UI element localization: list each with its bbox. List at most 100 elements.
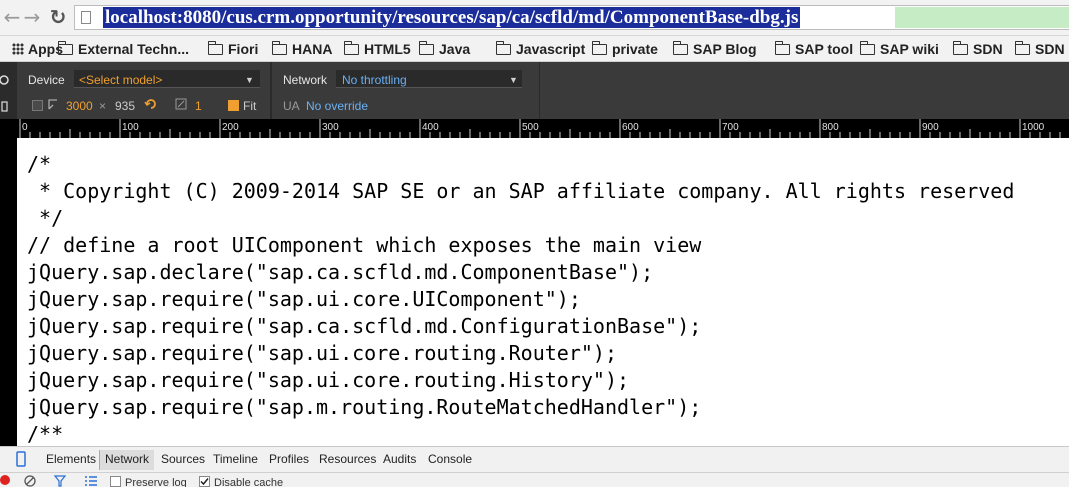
- filter-icon[interactable]: [54, 475, 66, 487]
- height-input[interactable]: 935: [115, 99, 135, 113]
- code-line: */: [27, 206, 64, 230]
- tab-timeline[interactable]: Timeline: [213, 452, 258, 466]
- mobile-device-icon[interactable]: [14, 451, 28, 467]
- scale-input[interactable]: 1: [195, 99, 202, 113]
- tab-resources[interactable]: Resources: [319, 452, 376, 466]
- bookmark-item[interactable]: SDN: [952, 39, 1003, 59]
- bookmarks-bar: Apps External Techn... Fiori HANA HTML5 Java J…: [0, 36, 1069, 62]
- fit-label: Fit: [243, 99, 257, 113]
- tab-audits[interactable]: Audits: [383, 452, 416, 466]
- code-line: jQuery.sap.declare("sap.ca.scfld.md.Comp…: [27, 260, 654, 284]
- device-pixel-ratio-icon: [175, 98, 187, 110]
- forward-button[interactable]: →: [22, 6, 42, 28]
- times-sign: ×: [99, 99, 107, 113]
- width-input[interactable]: 3000: [66, 99, 93, 113]
- disable-cache-option[interactable]: Disable cache: [199, 476, 283, 487]
- bookmark-label: External Techn...: [78, 41, 189, 57]
- user-agent-value[interactable]: No override: [306, 99, 368, 113]
- bookmark-item[interactable]: Java: [418, 39, 470, 59]
- bookmark-item[interactable]: HTML5: [343, 39, 411, 59]
- device-select-chevron-down-icon: ▼: [245, 75, 254, 85]
- page-icon: [81, 11, 91, 24]
- code-line: jQuery.sap.require("sap.m.routing.RouteM…: [27, 395, 702, 419]
- panel-divider: [539, 62, 540, 119]
- bookmark-item[interactable]: HANA: [271, 39, 333, 59]
- rotate-icon[interactable]: [144, 97, 158, 111]
- bookmark-item[interactable]: SAP wiki: [859, 39, 939, 59]
- tab-elements[interactable]: Elements: [46, 452, 96, 466]
- ruler-label: 1000: [1022, 122, 1045, 133]
- code-line: jQuery.sap.require("sap.ui.core.routing.…: [27, 341, 618, 365]
- resolution-checkbox[interactable]: [32, 100, 43, 111]
- network-toolbar: Preserve log Disable cache: [0, 472, 1069, 487]
- bookmark-item[interactable]: SDN: [1014, 39, 1065, 59]
- bookmark-item[interactable]: Fiori: [207, 39, 259, 59]
- bookmark-item[interactable]: SAP Blog: [672, 39, 757, 59]
- folder-icon: [495, 41, 511, 55]
- url-text[interactable]: localhost:8080/cus.crm.opportunity/resou…: [103, 7, 801, 28]
- bookmark-label: Fiori: [228, 41, 259, 57]
- bookmark-item[interactable]: private: [591, 39, 658, 59]
- list-view-icon[interactable]: [84, 475, 98, 487]
- source-code: /* * Copyright (C) 2009-2014 SAP SE or a…: [27, 151, 1014, 446]
- tab-network[interactable]: Network: [105, 452, 149, 466]
- back-button[interactable]: ←: [2, 6, 22, 28]
- disable-cache-checkbox[interactable]: [199, 476, 210, 487]
- code-line: // define a root UIComponent which expos…: [27, 233, 702, 257]
- tab-sources[interactable]: Sources: [161, 452, 205, 466]
- vertical-ruler: [0, 138, 17, 446]
- fit-checkbox[interactable]: [228, 100, 239, 111]
- code-line: /**: [27, 422, 64, 446]
- folder-icon: [207, 41, 223, 55]
- browser-toolbar: ← → ↻ localhost:8080/cus.crm.opportunity…: [0, 0, 1069, 36]
- network-select-chevron-down-icon: ▼: [509, 75, 518, 85]
- ruler-label: 100: [122, 122, 139, 133]
- clear-icon[interactable]: [24, 475, 36, 487]
- checkmark-icon: [200, 478, 209, 486]
- ruler-label: 200: [222, 122, 239, 133]
- ruler-label: 400: [422, 122, 439, 133]
- devtools-tab-bar: Elements Network Sources Timeline Profiles Re…: [0, 446, 1069, 472]
- bookmark-item[interactable]: Javascript: [495, 39, 586, 59]
- ruler-label: 0: [22, 122, 28, 133]
- code-line: /*: [27, 152, 52, 176]
- device-label: Device: [28, 73, 65, 87]
- ruler-label: 500: [522, 122, 539, 133]
- bookmark-label: Javascript: [516, 41, 586, 57]
- bookmark-label: HANA: [292, 41, 333, 57]
- url-bar-highlight: [895, 7, 1069, 28]
- emulation-gear-icon[interactable]: [0, 62, 17, 119]
- swap-dimensions-icon[interactable]: [47, 98, 59, 111]
- tab-profiles[interactable]: Profiles: [269, 452, 309, 466]
- network-label: Network: [283, 73, 328, 87]
- folder-icon: [1014, 41, 1030, 55]
- bookmark-label: SAP Blog: [693, 41, 757, 57]
- bookmark-label: HTML5: [364, 41, 411, 57]
- preserve-log-checkbox[interactable]: [110, 476, 121, 487]
- folder-icon: [672, 41, 688, 55]
- bookmark-item[interactable]: SAP tool: [774, 39, 854, 59]
- folder-icon: [57, 41, 73, 55]
- address-bar[interactable]: localhost:8080/cus.crm.opportunity/resou…: [74, 5, 1069, 30]
- bookmark-label: SDN: [1035, 41, 1065, 57]
- code-line: * Copyright (C) 2009-2014 SAP SE or an S…: [27, 179, 1015, 203]
- bookmark-label: SAP tool: [795, 41, 854, 57]
- tab-console[interactable]: Console: [428, 452, 472, 466]
- bookmark-item[interactable]: External Techn...: [57, 39, 189, 59]
- emulation-side-strip: [0, 62, 17, 119]
- code-line: jQuery.sap.require("sap.ui.core.UICompon…: [27, 287, 581, 311]
- record-icon[interactable]: [0, 475, 10, 485]
- apps-grid-icon: [12, 43, 24, 55]
- preserve-log-option[interactable]: Preserve log: [110, 476, 187, 487]
- bookmark-item[interactable]: Apps: [12, 39, 63, 59]
- bookmark-label: SDN: [973, 41, 1003, 57]
- network-throttling-value: No throttling: [342, 73, 407, 87]
- device-select-value: <Select model>: [79, 73, 163, 87]
- folder-icon: [343, 41, 359, 55]
- ruler-label: 600: [622, 122, 639, 133]
- reload-button[interactable]: ↻: [48, 6, 68, 28]
- folder-icon: [591, 41, 607, 55]
- ruler-ticks: 0 100 200 300 400 500 600 700 800 900 1000: [19, 119, 1061, 138]
- ruler-label: 900: [922, 122, 939, 133]
- folder-icon: [774, 41, 790, 55]
